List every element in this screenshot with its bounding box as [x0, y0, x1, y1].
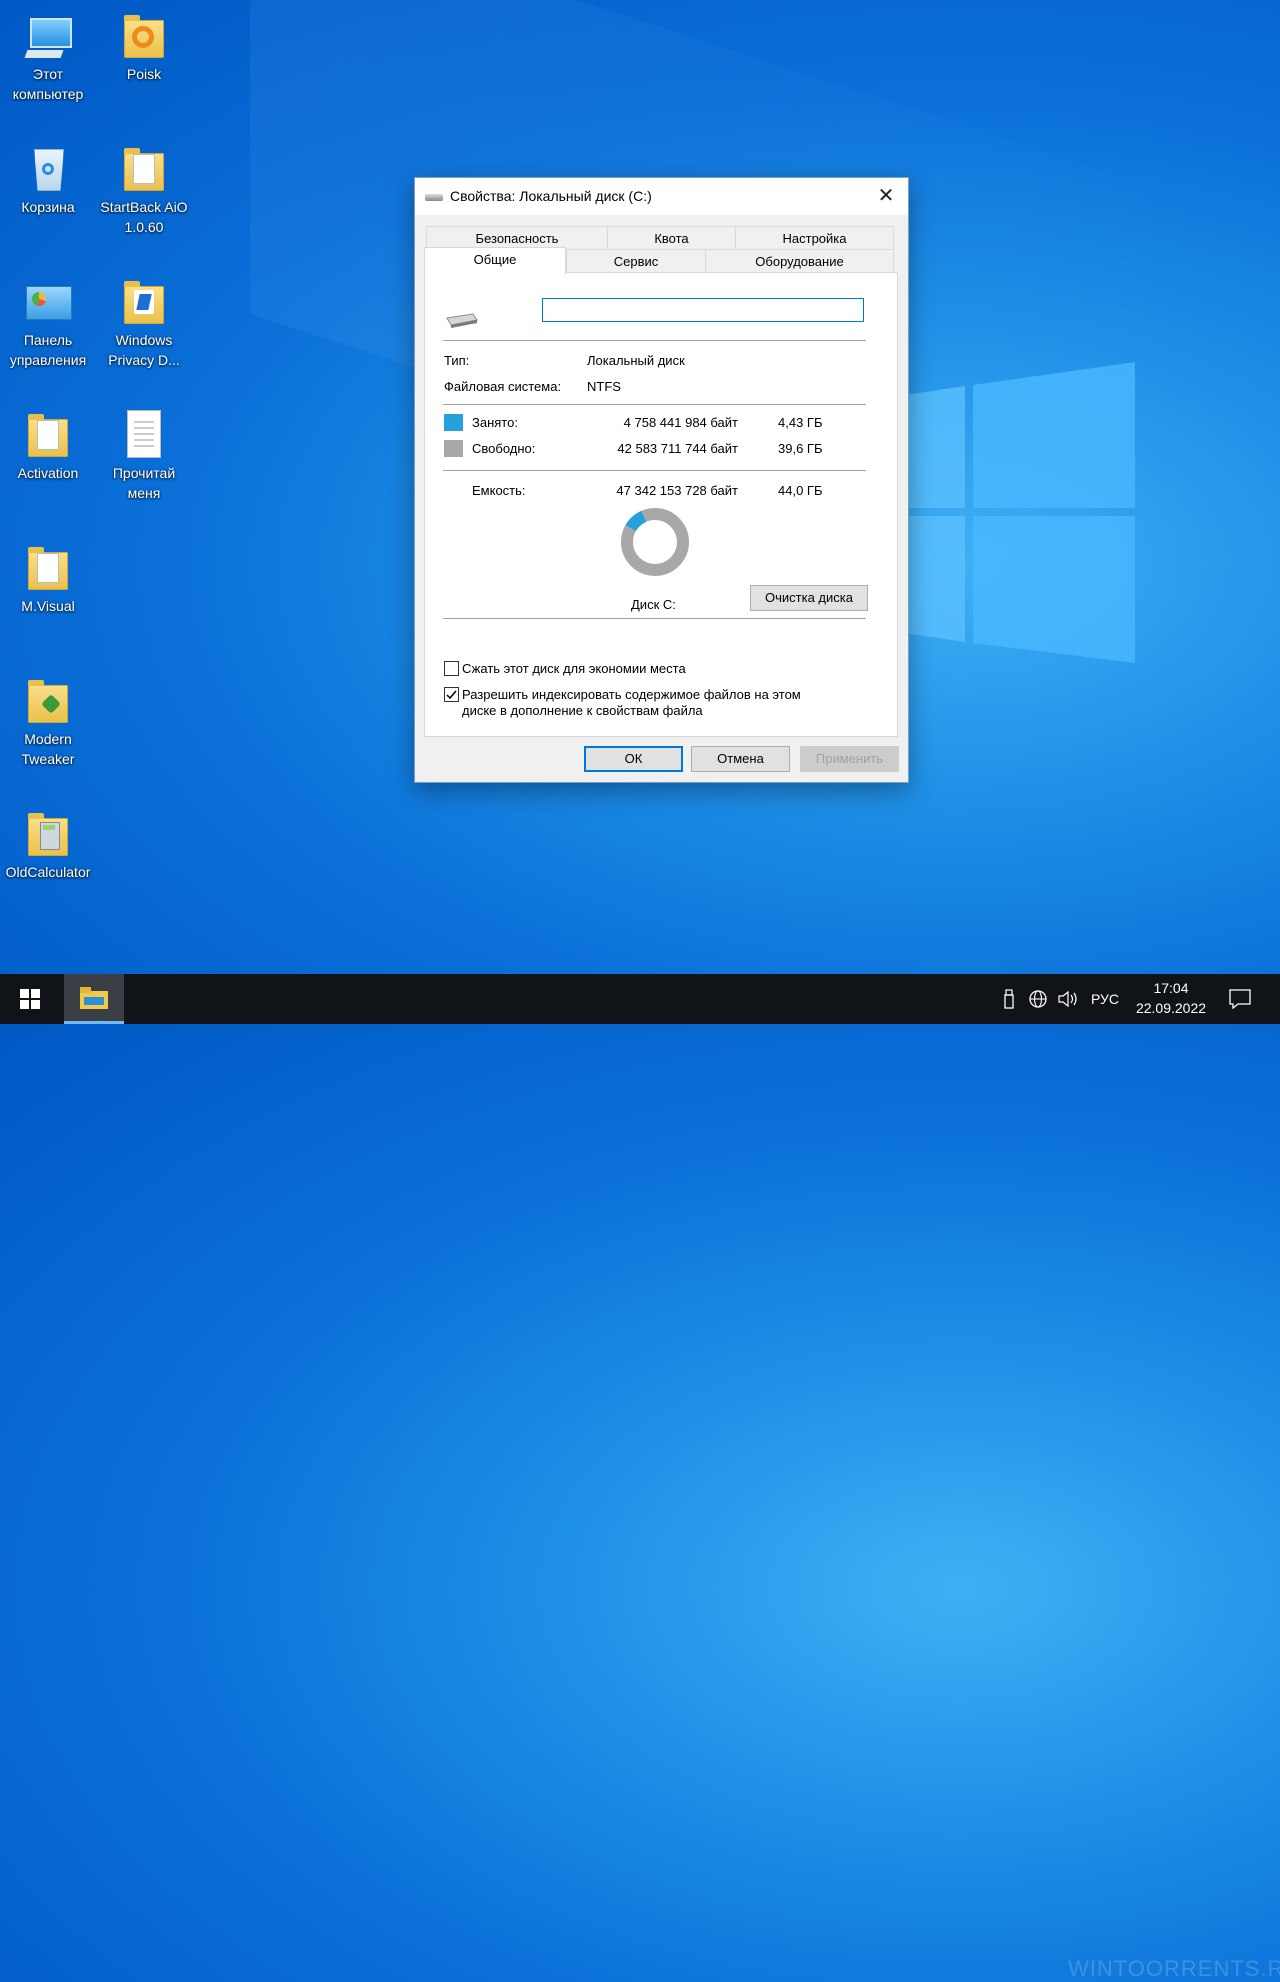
- usb-icon[interactable]: [1002, 989, 1016, 1009]
- computer-icon: [24, 12, 72, 60]
- checkmark-icon: [446, 690, 457, 700]
- used-bytes: 4 758 441 984 байт: [623, 415, 738, 430]
- desktop-icon-modern-tweaker[interactable]: Modern Tweaker: [0, 677, 96, 769]
- network-globe-icon[interactable]: [1028, 989, 1048, 1009]
- language-indicator[interactable]: РУС: [1091, 974, 1119, 1024]
- desktop-icon-poisk[interactable]: Poisk: [96, 12, 192, 84]
- activation-folder-icon: [24, 411, 72, 459]
- desktop-icon-recycle-bin[interactable]: Корзина: [0, 145, 96, 217]
- desktop-icon-readme[interactable]: Прочитай меня: [96, 411, 192, 503]
- title-bar[interactable]: Свойства: Локальный диск (C:) ✕: [415, 178, 908, 215]
- desktop-icon-label: OldCalculator: [5, 864, 91, 880]
- calculator-folder-icon: [24, 810, 72, 858]
- tab-customize[interactable]: Настройка: [735, 226, 894, 249]
- desktop-icon-this-pc[interactable]: Этот компьютер: [0, 12, 96, 104]
- ok-button[interactable]: ОК: [584, 746, 683, 772]
- drive-name-input[interactable]: [542, 298, 864, 322]
- close-button[interactable]: ✕: [864, 178, 908, 215]
- index-label-line1: Разрешить индексировать содержимое файло…: [462, 687, 801, 702]
- filesystem-value: NTFS: [587, 379, 621, 394]
- desktop-icon-label: Панель управления: [9, 332, 87, 368]
- dialog-title: Свойства: Локальный диск (C:): [450, 188, 652, 204]
- desktop-icon-startback[interactable]: StartBack AiO 1.0.60: [96, 145, 192, 237]
- free-bytes: 42 583 711 744 байт: [617, 441, 738, 456]
- folder-icon: [80, 987, 108, 1009]
- index-checkbox[interactable]: [444, 687, 459, 702]
- tab-general[interactable]: Общие: [424, 247, 566, 274]
- used-space-swatch: [444, 414, 463, 431]
- tab-hardware[interactable]: Оборудование: [705, 249, 894, 272]
- desktop-icon-label: Modern Tweaker: [21, 731, 75, 767]
- filesystem-label: Файловая система:: [444, 379, 562, 394]
- clock-date: 22.09.2022: [1135, 1000, 1207, 1016]
- windows-icon: [20, 989, 40, 1009]
- capacity-gb: 44,0 ГБ: [778, 483, 823, 498]
- desktop-icon-label: StartBack AiO 1.0.60: [100, 199, 188, 235]
- tab-tools[interactable]: Сервис: [566, 249, 706, 272]
- notifications-icon[interactable]: [1229, 989, 1251, 1009]
- desktop-icon-label: Activation: [17, 465, 79, 481]
- desktop-icon-label: Этот компьютер: [12, 66, 84, 102]
- volume-icon[interactable]: [1057, 989, 1079, 1009]
- text-file-icon: [120, 411, 168, 459]
- windows-logo-backdrop: [905, 362, 1135, 663]
- type-value: Локальный диск: [587, 353, 685, 368]
- desktop-icon-windows-privacy[interactable]: Windows Privacy D...: [96, 278, 192, 370]
- tab-security[interactable]: Безопасность: [426, 226, 608, 249]
- start-button[interactable]: [0, 974, 60, 1024]
- disk-cleanup-button[interactable]: Очистка диска: [750, 585, 868, 611]
- drive-icon: [425, 194, 443, 201]
- hard-drive-icon: [446, 313, 478, 328]
- disk-properties-dialog: Свойства: Локальный диск (C:) ✕ Безопасн…: [414, 177, 909, 783]
- clock[interactable]: 17:04 22.09.2022: [1130, 978, 1212, 1018]
- used-gb: 4,43 ГБ: [778, 415, 823, 430]
- privacy-folder-icon: [120, 278, 168, 326]
- capacity-bytes: 47 342 153 728 байт: [616, 483, 738, 498]
- disk-usage-donut: [621, 508, 689, 576]
- used-label: Занято:: [472, 415, 518, 430]
- desktop-icon-label: Poisk: [126, 66, 162, 82]
- free-gb: 39,6 ГБ: [778, 441, 823, 456]
- separator: [443, 340, 866, 341]
- taskbar-file-explorer[interactable]: [64, 974, 124, 1024]
- disk-caption: Диск C:: [631, 597, 676, 612]
- taskbar: WINTOORRENTS.RU РУС 17:04 22.09.2022: [0, 974, 1280, 1981]
- compress-checkbox[interactable]: [444, 661, 459, 676]
- capacity-label: Емкость:: [472, 483, 526, 498]
- desktop-icon-label: Корзина: [21, 199, 75, 215]
- free-label: Свободно:: [472, 441, 536, 456]
- separator: [443, 618, 866, 619]
- control-panel-icon: [24, 278, 72, 326]
- desktop-icon-label: Прочитай меня: [112, 465, 176, 501]
- clock-time: 17:04: [1153, 980, 1189, 996]
- startback-folder-icon: [120, 145, 168, 193]
- desktop-icon-mvisual[interactable]: M.Visual: [0, 544, 96, 616]
- apply-button[interactable]: Применить: [800, 746, 899, 772]
- separator: [443, 470, 866, 471]
- desktop-icon-label: Windows Privacy D...: [108, 332, 180, 368]
- compress-label: Сжать этот диск для экономии места: [462, 661, 686, 676]
- desktop-icon-label: M.Visual: [21, 598, 75, 614]
- type-label: Тип:: [444, 353, 470, 368]
- mvisual-folder-icon: [24, 544, 72, 592]
- free-space-swatch: [444, 440, 463, 457]
- general-tab-panel: Тип: Локальный диск Файловая система: NT…: [424, 272, 898, 737]
- desktop-icon-control-panel[interactable]: Панель управления: [0, 278, 96, 370]
- index-label-line2: диске в дополнение к свойствам файла: [462, 703, 703, 718]
- modern-tweaker-folder-icon: [24, 677, 72, 725]
- separator: [443, 404, 866, 405]
- desktop-icon-oldcalculator[interactable]: OldCalculator: [0, 810, 96, 882]
- cancel-button[interactable]: Отмена: [691, 746, 790, 772]
- watermark: WINTOORRENTS.RU: [1068, 1956, 1280, 1981]
- tab-quota[interactable]: Квота: [607, 226, 736, 249]
- poisk-folder-icon: [120, 12, 168, 60]
- desktop-icon-activation[interactable]: Activation: [0, 411, 96, 483]
- recycle-bin-icon: [24, 145, 72, 193]
